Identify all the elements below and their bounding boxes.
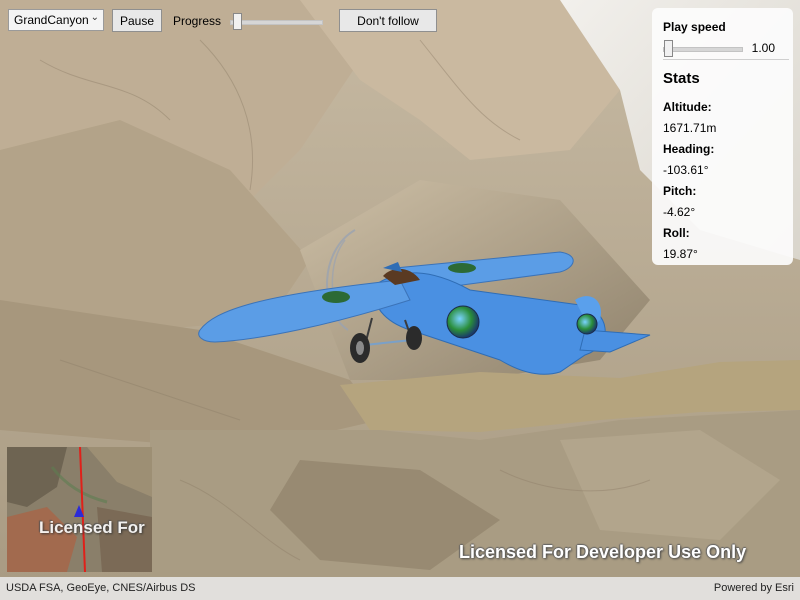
play-speed-label: Play speed [663, 20, 726, 34]
follow-toggle-button[interactable]: Don't follow [339, 9, 437, 32]
roll-label: Roll: [663, 226, 690, 240]
heading-value: -103.61° [663, 163, 709, 177]
divider [663, 59, 789, 60]
overview-map-watermark: Licensed For [39, 518, 145, 537]
play-speed-slider-track [663, 47, 743, 52]
altitude-value: 1671.71m [663, 121, 717, 135]
roll-value: 19.87° [663, 247, 698, 261]
stats-panel: Play speed 1.00 Stats Altitude: 1671.71m… [652, 8, 793, 265]
heading-label: Heading: [663, 142, 715, 156]
progress-slider[interactable] [230, 12, 323, 30]
pitch-label: Pitch: [663, 184, 697, 198]
mission-select-value: GrandCanyon [14, 13, 89, 27]
progress-label: Progress [173, 14, 222, 28]
pitch-value: -4.62° [663, 205, 696, 219]
mission-select[interactable]: GrandCanyon ⌄ [8, 9, 104, 31]
license-watermark: Licensed For Developer Use Only [459, 542, 747, 562]
progress-slider-thumb[interactable] [233, 13, 242, 30]
progress-slider-track [230, 20, 323, 25]
pause-button[interactable]: Pause [112, 9, 162, 32]
overview-map[interactable]: Licensed For [7, 447, 152, 572]
play-speed-slider-thumb[interactable] [664, 40, 673, 57]
attribution-bar: USDA FSA, GeoEye, CNES/Airbus DS Powered… [0, 577, 800, 600]
powered-by-text[interactable]: Powered by Esri [714, 582, 794, 594]
attribution-text[interactable]: USDA FSA, GeoEye, CNES/Airbus DS [6, 582, 196, 594]
altitude-label: Altitude: [663, 100, 712, 114]
stats-title: Stats [663, 70, 700, 87]
play-speed-slider[interactable] [663, 39, 743, 57]
overview-map-imagery [7, 447, 152, 572]
chevron-down-icon: ⌄ [90, 12, 99, 23]
play-speed-value: 1.00 [751, 41, 775, 55]
